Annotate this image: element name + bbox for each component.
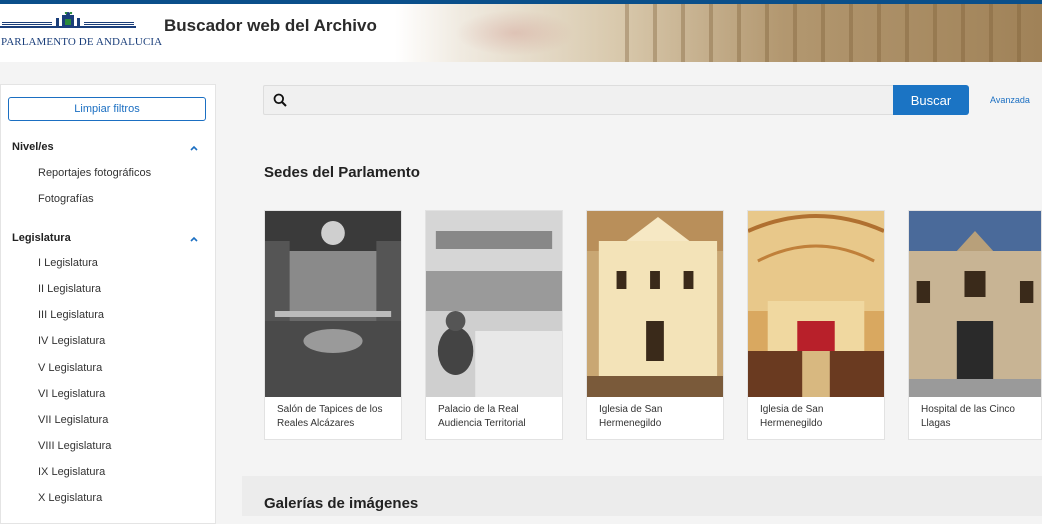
- parliament-emblem-icon: [0, 12, 136, 28]
- card-caption: Hospital de las Cinco Llagas: [921, 404, 1015, 429]
- search-input[interactable]: [294, 86, 888, 116]
- card-sede[interactable]: Hospital de las Cinco Llagas: [908, 210, 1042, 440]
- section-title-galerias: Galerías de imágenes: [264, 495, 419, 512]
- photo-church-interior-icon: [748, 211, 884, 397]
- card-sede[interactable]: Palacio de la Real Audiencia Territorial: [425, 210, 563, 440]
- facet-title-niveles: Nivel/es: [12, 141, 54, 153]
- search-bar: [263, 85, 893, 116]
- card-caption: Iglesia de San Hermenegildo: [760, 404, 824, 429]
- facet-item-legislatura-4[interactable]: IV Legislatura: [38, 335, 105, 347]
- site-header: PARLAMENTO DE ANDALUCIA Buscador web del…: [0, 4, 1042, 62]
- facet-item-legislatura-1[interactable]: I Legislatura: [38, 257, 98, 269]
- facet-item-legislatura-7[interactable]: VII Legislatura: [38, 414, 108, 426]
- facet-item-reportajes[interactable]: Reportajes fotográficos: [38, 167, 151, 179]
- logo-text: PARLAMENTO DE ANDALUCIA: [1, 36, 163, 48]
- header-banner-image: [395, 4, 1042, 62]
- photo-hospital-facade-icon: [909, 211, 1041, 397]
- facet-item-legislatura-6[interactable]: VI Legislatura: [38, 388, 105, 400]
- clear-filters-button[interactable]: Limpiar filtros: [8, 97, 206, 121]
- search-icon: [273, 93, 287, 107]
- page-title: Buscador web del Archivo: [164, 16, 377, 35]
- card-caption: Palacio de la Real Audiencia Territorial: [438, 404, 526, 429]
- photo-church-facade-icon: [587, 211, 723, 397]
- parliament-logo[interactable]: PARLAMENTO DE ANDALUCIA: [0, 10, 162, 52]
- search-button[interactable]: Buscar: [893, 85, 969, 115]
- photo-bw-chamber-icon: [426, 211, 562, 397]
- facet-item-fotografias[interactable]: Fotografías: [38, 193, 94, 205]
- card-sede[interactable]: Salón de Tapices de los Reales Alcázares: [264, 210, 402, 440]
- card-caption: Salón de Tapices de los Reales Alcázares: [277, 404, 383, 429]
- filters-sidebar: Limpiar filtros Nivel/es Reportajes foto…: [0, 84, 216, 524]
- photo-bw-hall-icon: [265, 211, 401, 397]
- chevron-up-icon[interactable]: [188, 233, 200, 245]
- chevron-up-icon[interactable]: [188, 142, 200, 154]
- facet-item-legislatura-3[interactable]: III Legislatura: [38, 309, 104, 321]
- section-title-sedes: Sedes del Parlamento: [264, 164, 420, 181]
- facet-item-legislatura-5[interactable]: V Legislatura: [38, 362, 102, 374]
- facet-title-legislatura: Legislatura: [12, 232, 71, 244]
- facet-item-legislatura-9[interactable]: IX Legislatura: [38, 466, 105, 478]
- facet-item-legislatura-8[interactable]: VIII Legislatura: [38, 440, 111, 452]
- card-caption: Iglesia de San Hermenegildo: [599, 404, 663, 429]
- card-sede[interactable]: Iglesia de San Hermenegildo: [586, 210, 724, 440]
- card-sede[interactable]: Iglesia de San Hermenegildo: [747, 210, 885, 440]
- facet-item-legislatura-10[interactable]: X Legislatura: [38, 492, 102, 504]
- facet-item-legislatura-2[interactable]: II Legislatura: [38, 283, 101, 295]
- advanced-search-link[interactable]: Avanzada: [990, 95, 1030, 105]
